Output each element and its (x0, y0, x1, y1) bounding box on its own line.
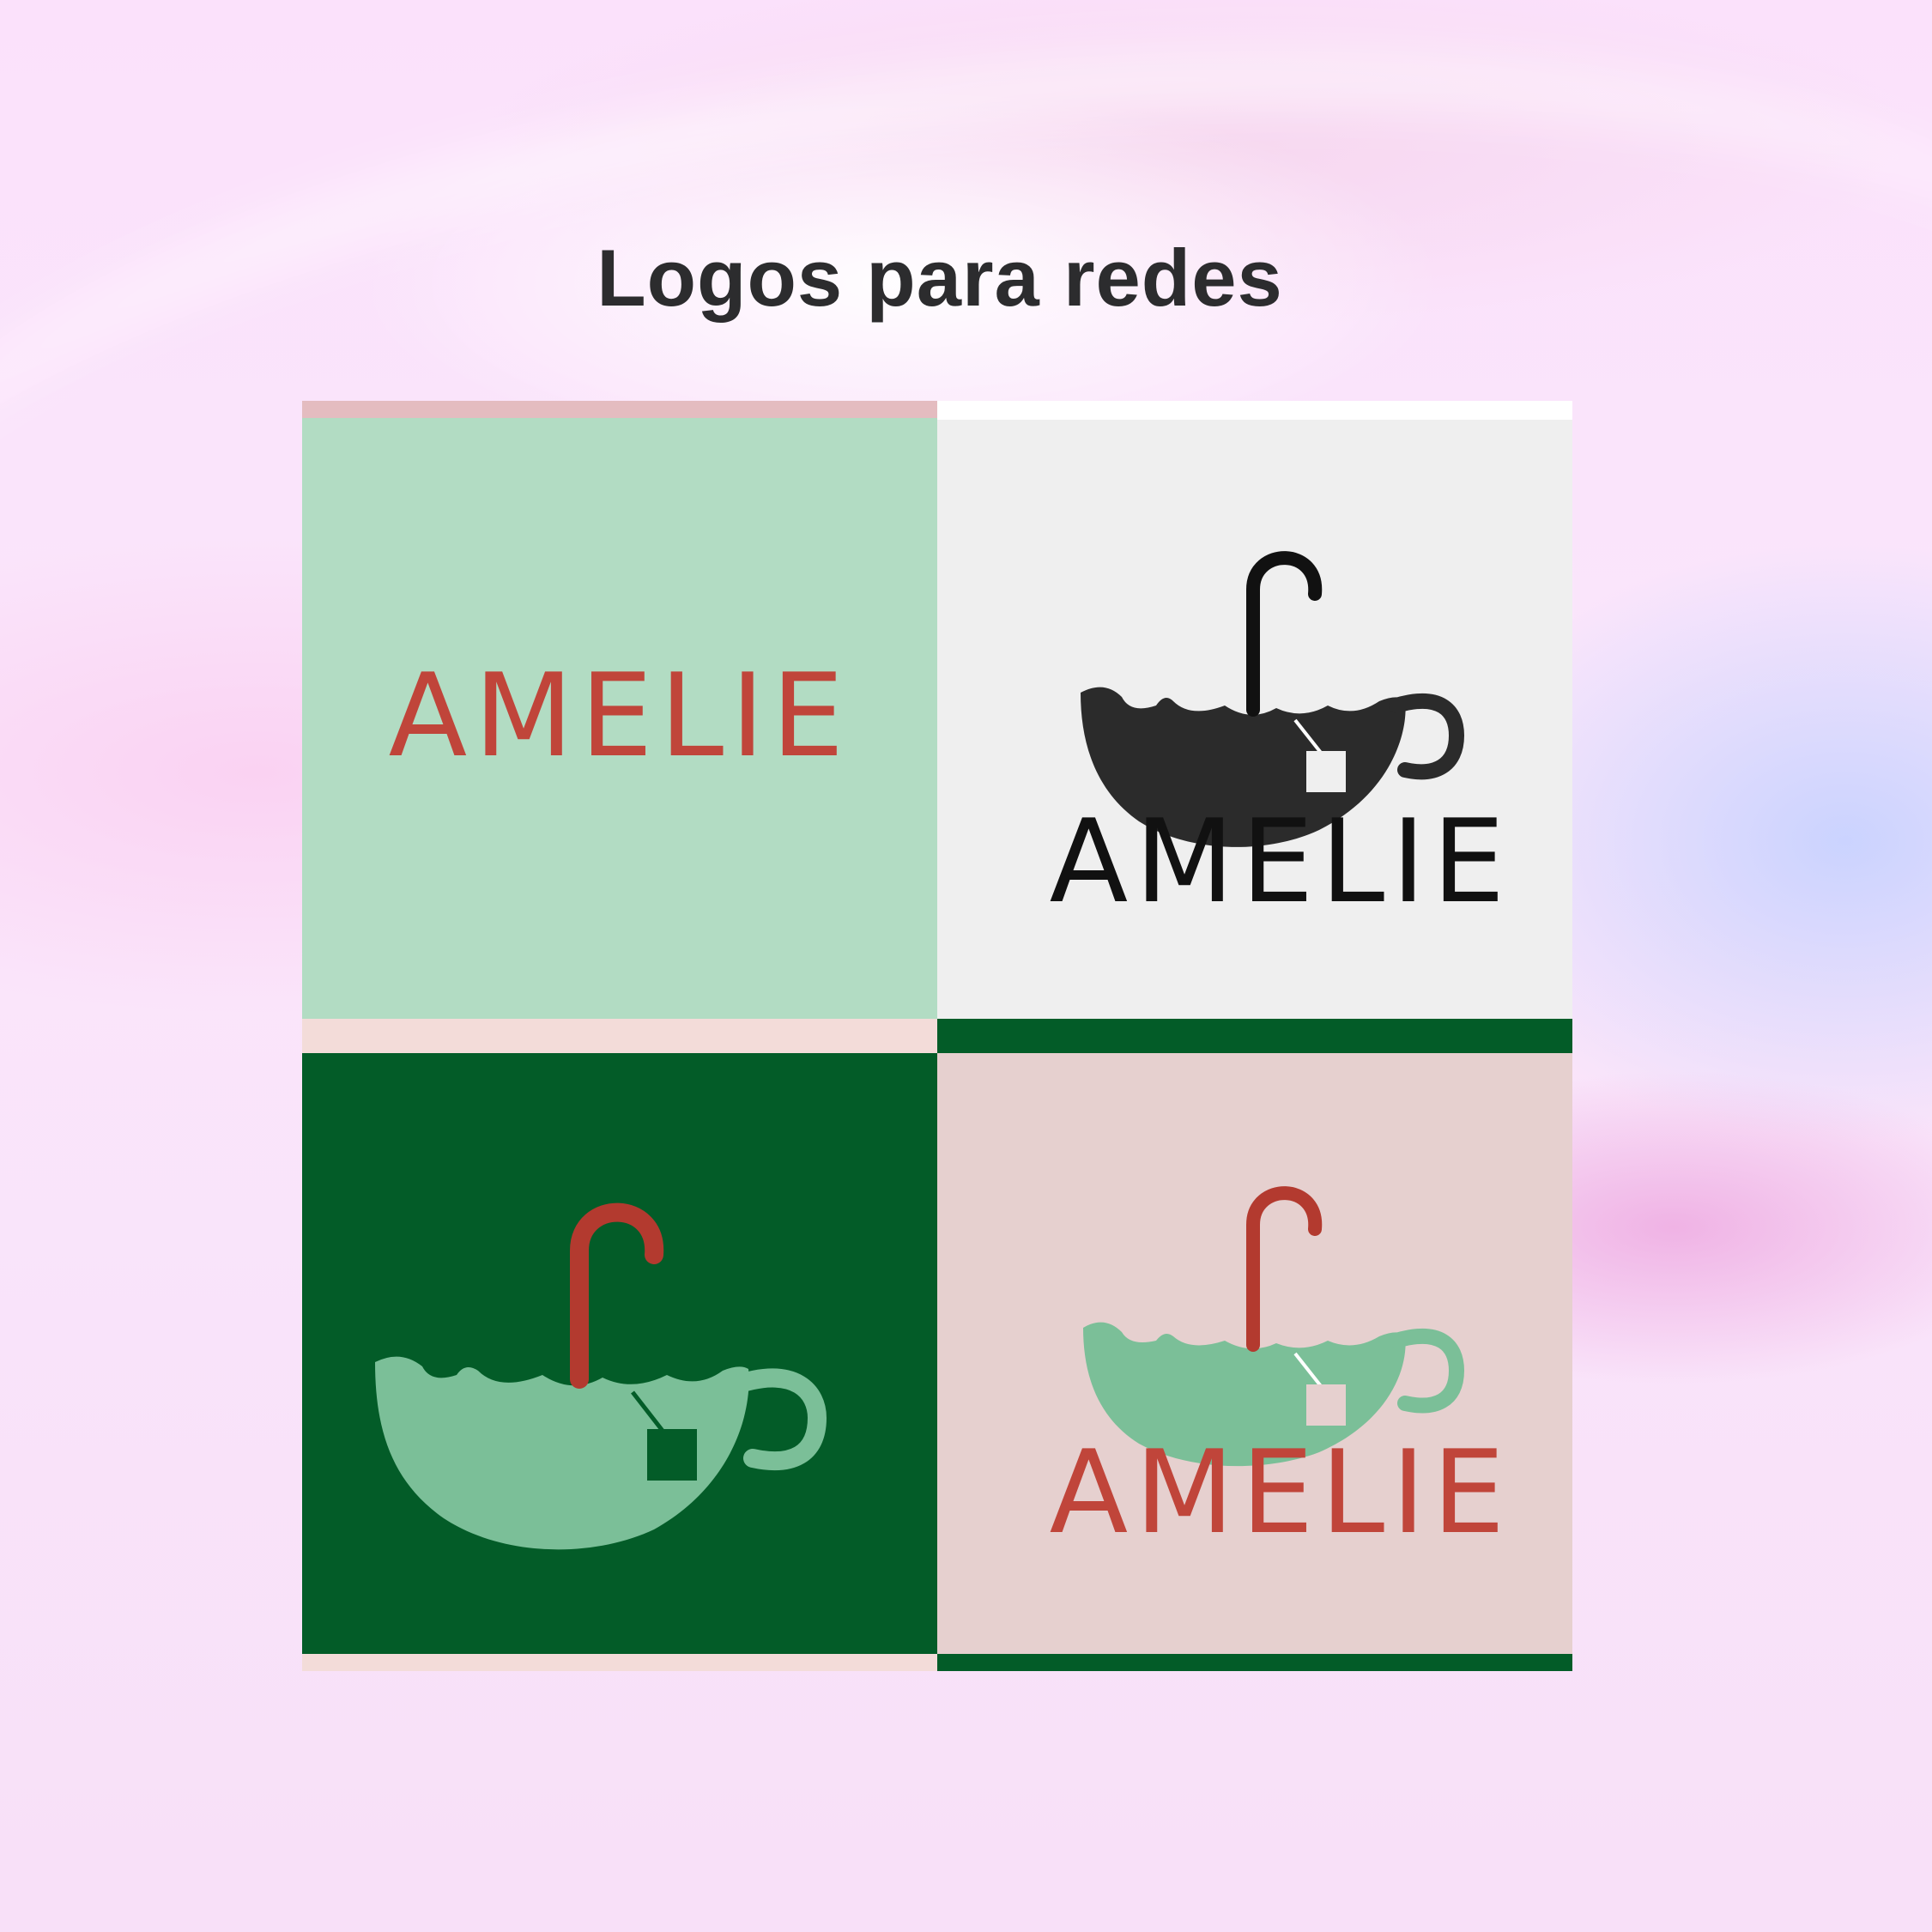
logo-tile-full-pink: AMELIE (937, 1036, 1572, 1671)
logo-tile-wordmark-mint: AMELIE (302, 401, 937, 1036)
logo-tile-black-on-gray: AMELIE (937, 401, 1572, 1036)
tile-3-background (302, 1053, 937, 1654)
amelie-wordmark: AMELIE (1049, 795, 1512, 929)
amelie-wordmark: AMELIE (1049, 1426, 1512, 1560)
tile-4-canvas (937, 1036, 1572, 1671)
logo-grid: AMELIE AMELIE AMELIE (302, 401, 1572, 1671)
logo-tile-icon-dark-green (302, 1036, 937, 1671)
tile-1-band-bottom (302, 1019, 937, 1036)
page-title: Logos para redes (597, 233, 1283, 323)
tile-2-canvas (937, 401, 1572, 1036)
tile-2-band-bottom (937, 1019, 1572, 1036)
tile-3-canvas (302, 1036, 937, 1671)
amelie-wordmark: AMELIE (388, 649, 851, 783)
